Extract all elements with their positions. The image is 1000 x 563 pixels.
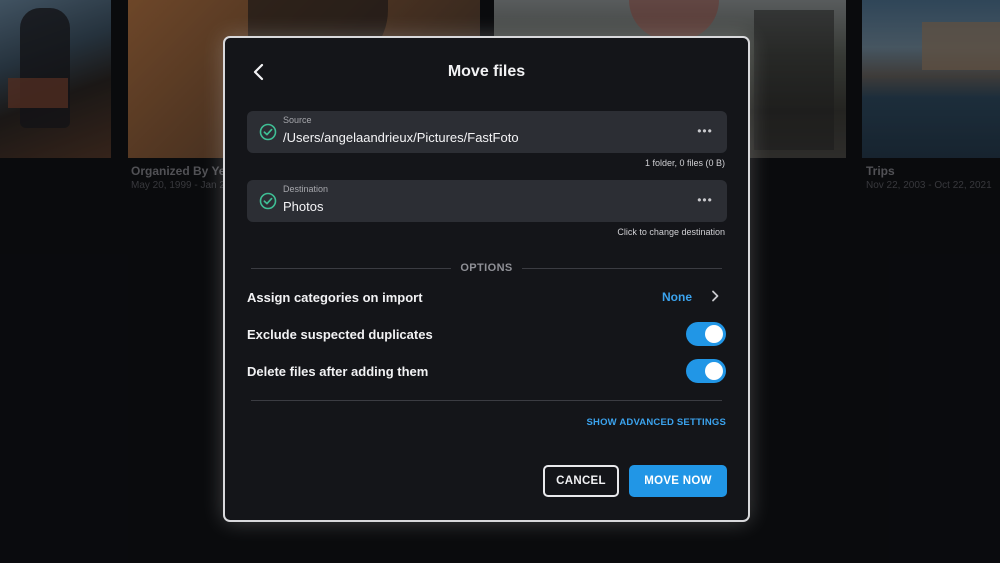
chevron-right-icon[interactable] [708,288,722,304]
assign-categories-label: Assign categories on import [247,290,423,305]
exclude-duplicates-toggle[interactable] [686,322,726,346]
source-summary: 1 folder, 0 files (0 B) [644,158,725,168]
check-circle-icon [259,123,277,141]
more-options-icon[interactable]: ••• [695,192,715,208]
cancel-button[interactable]: CANCEL [543,465,619,497]
destination-value: Photos [283,199,324,214]
delete-after-toggle[interactable] [686,359,726,383]
source-path: /Users/angelaandrieux/Pictures/FastFoto [283,130,519,145]
exclude-duplicates-label: Exclude suspected duplicates [247,327,433,342]
toggle-knob [705,362,723,380]
delete-after-label: Delete files after adding them [247,364,429,379]
move-now-button[interactable]: MOVE NOW [629,465,727,497]
source-label: Source [283,115,312,125]
dialog-title: Move files [447,63,526,80]
destination-hint[interactable]: Click to change destination [617,227,725,237]
toggle-knob [705,325,723,343]
categories-value[interactable]: None [662,290,692,304]
divider [522,268,722,269]
show-advanced-settings-link[interactable]: SHOW ADVANCED SETTINGS [586,417,726,428]
divider [251,400,722,401]
move-files-dialog: Move files Source /Users/angelaandrieux/… [223,36,750,522]
destination-label: Destination [283,184,329,194]
destination-field[interactable]: Destination Photos ••• [247,180,727,222]
more-options-icon[interactable]: ••• [695,123,715,139]
source-field[interactable]: Source /Users/angelaandrieux/Pictures/Fa… [247,111,727,153]
check-circle-icon [259,192,277,210]
